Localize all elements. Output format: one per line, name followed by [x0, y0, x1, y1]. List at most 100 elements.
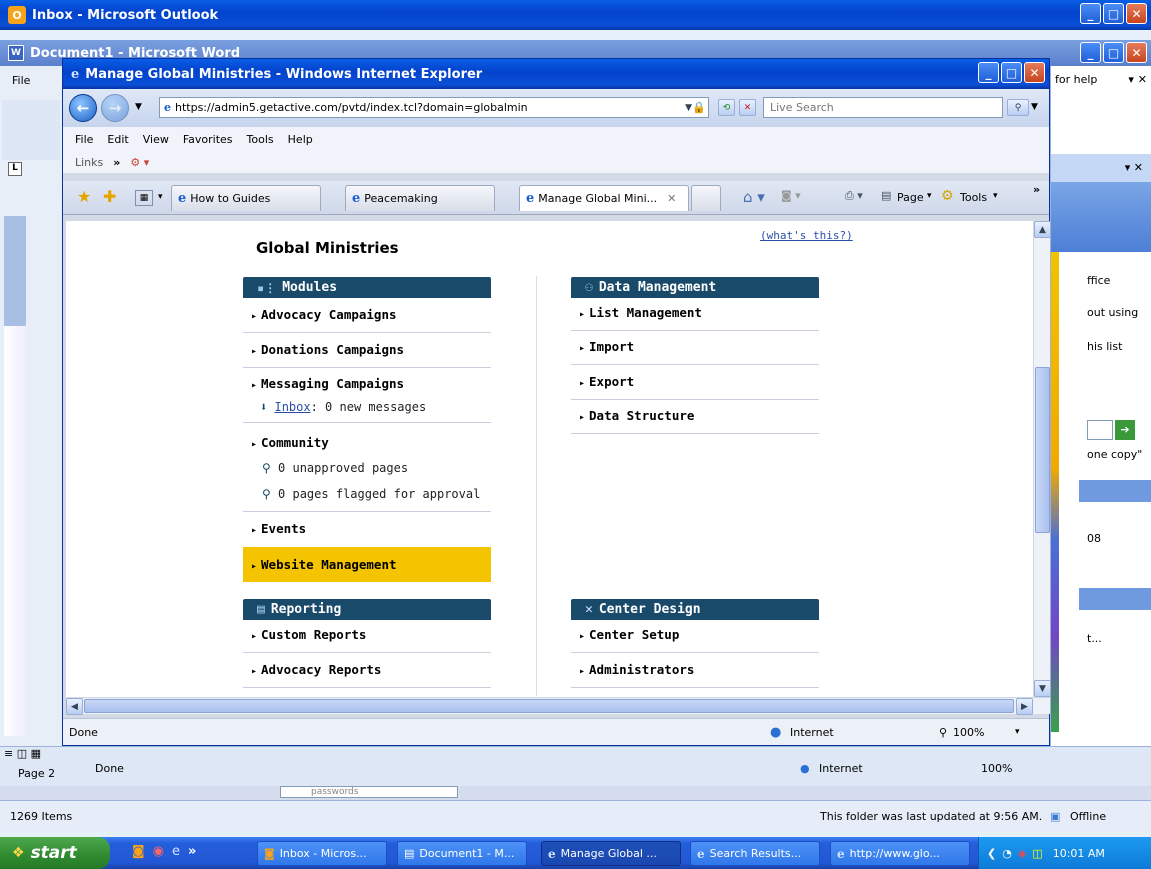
- scroll-left-button[interactable]: ◀: [66, 698, 83, 715]
- outlook-quicklaunch-icon[interactable]: ◙: [132, 844, 145, 859]
- address-dropdown-icon[interactable]: ▼: [685, 103, 692, 113]
- feeds-icon[interactable]: ◙ ▾: [781, 189, 801, 202]
- address-bar[interactable]: e https://admin5.getactive.com/pvtd/inde…: [159, 97, 709, 118]
- start-button[interactable]: ❖ start: [0, 837, 110, 869]
- ie-titlebar[interactable]: e Manage Global Ministries - Windows Int…: [63, 59, 1049, 89]
- word-menu-file[interactable]: File: [12, 74, 30, 87]
- word-minimize-button[interactable]: _: [1080, 42, 1101, 63]
- outlook-offline[interactable]: Offline: [1070, 810, 1106, 823]
- module-donations-campaigns[interactable]: Donations Campaigns: [243, 342, 491, 368]
- scroll-up-button[interactable]: ▲: [1034, 221, 1051, 238]
- help-box[interactable]: for help ▾ ✕: [1051, 68, 1151, 90]
- tab-stop-icon[interactable]: L: [8, 162, 22, 176]
- outlook-minimize-button[interactable]: _: [1080, 3, 1101, 24]
- close-icon[interactable]: ▾ ✕: [1128, 73, 1147, 86]
- tray-shield-icon[interactable]: ◈: [1018, 847, 1026, 860]
- outlook-close-button[interactable]: ✕: [1126, 3, 1147, 24]
- history-dropdown-icon[interactable]: ▼: [135, 102, 142, 112]
- hscroll-thumb[interactable]: [84, 699, 1014, 713]
- home-icon[interactable]: ⌂ ▾: [743, 188, 765, 206]
- taskbar-search-results[interactable]: e Search Results...: [690, 841, 820, 866]
- links-label[interactable]: Links: [75, 156, 103, 169]
- outlook-search-field[interactable]: passwords: [280, 786, 458, 798]
- taskbar-http-glo[interactable]: e http://www.glo...: [830, 841, 970, 866]
- data-list-management[interactable]: List Management: [571, 305, 819, 331]
- close-tab-icon[interactable]: ✕: [667, 192, 676, 205]
- menu-help[interactable]: Help: [288, 133, 313, 146]
- refresh-button[interactable]: ⟲: [718, 99, 735, 116]
- flagged-pages[interactable]: ⚲ 0 pages flagged for approval: [262, 487, 480, 501]
- stop-button[interactable]: ✕: [739, 99, 756, 116]
- vertical-scrollbar[interactable]: ▲ ▼: [1033, 221, 1051, 697]
- cmd-page[interactable]: Page: [897, 191, 924, 204]
- scroll-right-button[interactable]: ▶: [1016, 698, 1033, 715]
- scroll-down-button[interactable]: ▼: [1034, 680, 1051, 697]
- inbox-link[interactable]: Inbox: [274, 400, 310, 414]
- chevron-right-icon[interactable]: »: [188, 844, 196, 859]
- report-advocacy[interactable]: Advocacy Reports: [243, 662, 491, 688]
- quick-tabs-button[interactable]: ▦: [135, 190, 153, 206]
- outlook-titlebar[interactable]: O Inbox - Microsoft Outlook _ □ ✕: [0, 0, 1151, 30]
- chevron-right-icon[interactable]: »: [113, 156, 120, 169]
- go-button[interactable]: ➔: [1115, 420, 1135, 440]
- tray-network-icon[interactable]: ◔: [1002, 847, 1012, 860]
- center-administrators[interactable]: Administrators: [571, 662, 819, 688]
- firefox-quicklaunch-icon[interactable]: ◉: [153, 844, 164, 859]
- tray-app-icon[interactable]: ◫: [1032, 847, 1042, 860]
- module-messaging-campaigns[interactable]: Messaging Campaigns: [243, 376, 491, 394]
- view-buttons[interactable]: ≡ ◫ ▦: [4, 747, 41, 760]
- whats-this-link[interactable]: (what's this?): [760, 229, 853, 242]
- favorites-star-icon[interactable]: ★: [77, 187, 91, 206]
- center-setup[interactable]: Center Setup: [571, 627, 819, 653]
- word-status-zoom[interactable]: 100%: [981, 762, 1012, 775]
- print-icon[interactable]: ⎙ ▾: [845, 189, 863, 203]
- word-close-button[interactable]: ✕: [1126, 42, 1147, 63]
- menu-tools[interactable]: Tools: [247, 133, 274, 146]
- ie-close-button[interactable]: ✕: [1024, 62, 1045, 83]
- tab-manage-global[interactable]: e Manage Global Mini... ✕: [519, 185, 689, 211]
- data-structure[interactable]: Data Structure: [571, 408, 819, 434]
- ie-status-zoom[interactable]: 100%: [953, 726, 984, 739]
- lock-icon[interactable]: 🔒: [692, 101, 706, 114]
- outlook-maximize-button[interactable]: □: [1103, 3, 1124, 24]
- horizontal-scrollbar[interactable]: ◀ ▶: [66, 697, 1050, 715]
- ie-minimize-button[interactable]: _: [978, 62, 999, 83]
- module-events[interactable]: Events: [243, 521, 491, 545]
- forward-button[interactable]: →: [101, 94, 129, 122]
- search-button[interactable]: ⚲: [1007, 99, 1029, 116]
- back-button[interactable]: ←: [69, 94, 97, 122]
- tools-dropdown-icon[interactable]: ▾: [993, 191, 998, 201]
- word-maximize-button[interactable]: □: [1103, 42, 1124, 63]
- menu-edit[interactable]: Edit: [107, 133, 128, 146]
- module-advocacy-campaigns[interactable]: Advocacy Campaigns: [243, 307, 491, 333]
- module-community[interactable]: Community: [243, 435, 491, 453]
- tab-list-dropdown-icon[interactable]: ▾: [158, 192, 163, 202]
- taskbar-outlook[interactable]: ◙ Inbox - Micros...: [257, 841, 387, 866]
- toolbar-addon-icon[interactable]: ⚙ ▾: [130, 156, 149, 169]
- page-dropdown-icon[interactable]: ▾: [927, 191, 932, 201]
- ie-maximize-button[interactable]: □: [1001, 62, 1022, 83]
- ie-quicklaunch-icon[interactable]: e: [172, 844, 180, 859]
- cmd-tools[interactable]: Tools: [960, 191, 987, 204]
- tray-arrow-icon[interactable]: ❮: [987, 847, 996, 860]
- taskbar-manage-global[interactable]: e Manage Global ...: [541, 841, 681, 866]
- menu-favorites[interactable]: Favorites: [183, 133, 233, 146]
- chevron-right-icon[interactable]: »: [1033, 183, 1040, 196]
- menu-file[interactable]: File: [75, 133, 93, 146]
- tab-how-to-guides[interactable]: e How to Guides: [171, 185, 321, 211]
- module-website-management[interactable]: Website Management: [243, 547, 491, 582]
- live-search-input[interactable]: Live Search: [763, 97, 1003, 118]
- new-tab-button[interactable]: [691, 185, 721, 211]
- add-favorite-icon[interactable]: ✚: [103, 187, 116, 206]
- search-options-icon[interactable]: ▼: [1031, 102, 1038, 112]
- unapproved-pages[interactable]: ⚲ 0 unapproved pages: [262, 461, 408, 475]
- tab-peacemaking[interactable]: e Peacemaking: [345, 185, 495, 211]
- menu-view[interactable]: View: [143, 133, 169, 146]
- data-import[interactable]: Import: [571, 339, 819, 365]
- data-export[interactable]: Export: [571, 374, 819, 400]
- taskbar-word[interactable]: ▤ Document1 - M...: [397, 841, 527, 866]
- side-input[interactable]: [1087, 420, 1113, 440]
- scroll-thumb[interactable]: [1035, 367, 1050, 533]
- report-custom[interactable]: Custom Reports: [243, 627, 491, 653]
- zoom-dropdown-icon[interactable]: ▾: [1015, 727, 1020, 737]
